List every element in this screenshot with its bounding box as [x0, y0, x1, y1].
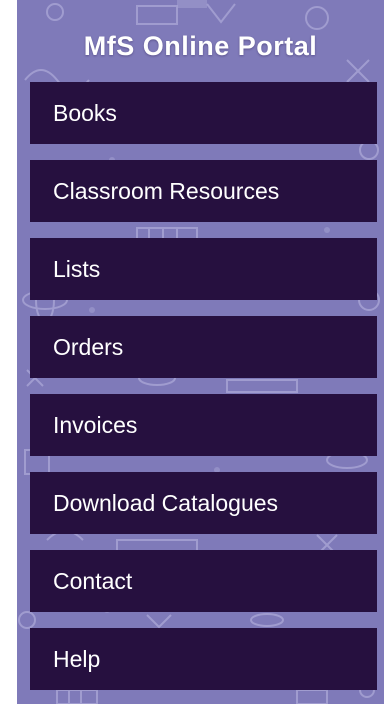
menu-item-download-catalogues[interactable]: Download Catalogues: [30, 472, 377, 534]
menu-item-classroom-resources[interactable]: Classroom Resources: [30, 160, 377, 222]
page: MfS Online Portal Books Classroom Resour…: [0, 0, 384, 704]
menu-item-lists[interactable]: Lists: [30, 238, 377, 300]
menu-item-invoices[interactable]: Invoices: [30, 394, 377, 456]
portal-menu-panel: MfS Online Portal Books Classroom Resour…: [17, 0, 384, 704]
portal-menu: Books Classroom Resources Lists Orders I…: [30, 82, 377, 690]
menu-item-help[interactable]: Help: [30, 628, 377, 690]
menu-item-contact[interactable]: Contact: [30, 550, 377, 612]
menu-item-books[interactable]: Books: [30, 82, 377, 144]
portal-title: MfS Online Portal: [83, 31, 318, 61]
menu-item-orders[interactable]: Orders: [30, 316, 377, 378]
